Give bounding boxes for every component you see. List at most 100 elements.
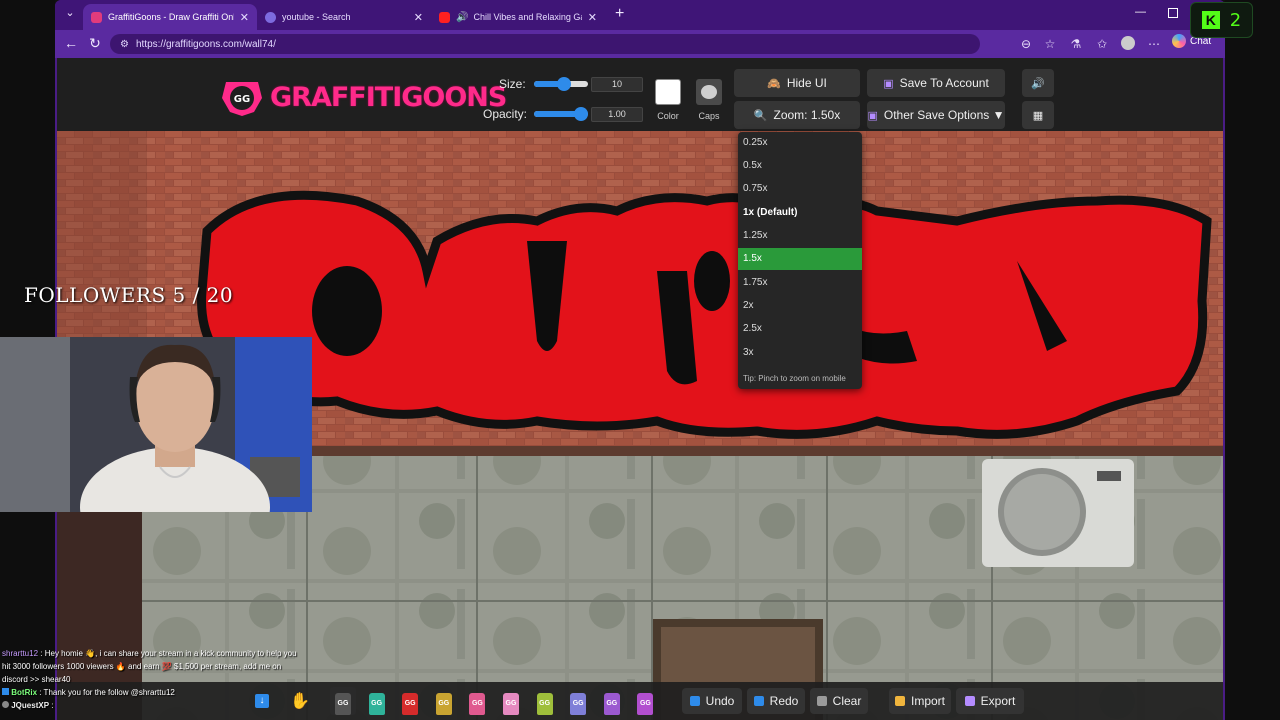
spray-can-icon: GG [368,693,385,715]
zoom-option[interactable]: 2x [738,295,862,317]
url-field[interactable]: ⚙ https://graffitigoons.com/wall74/ [110,34,980,54]
import-button[interactable]: Import [889,688,951,714]
spray-can-button[interactable]: GG [464,687,490,715]
zoom-option[interactable]: 1.75x [738,272,862,294]
opacity-label: Opacity: [483,107,528,121]
undo-button[interactable]: Undo [682,688,742,714]
logo-wordmark: GRAFFITIGOONS [270,81,507,113]
more-menu-icon[interactable]: ⋯ [1146,36,1162,52]
air-conditioner-unit [982,459,1134,567]
back-icon[interactable]: ← [58,35,84,51]
extension-icon[interactable]: ⚗ [1068,36,1084,52]
bookmark-star-icon[interactable]: ☆ [1042,36,1058,52]
spray-can-icon: GG [570,693,587,715]
zoom-option-selected[interactable]: 1.5x [738,248,862,270]
zoom-option[interactable]: 0.75x [738,178,862,200]
tab-search-menu-icon[interactable]: ⌄ [57,6,83,19]
folder-icon [894,696,905,706]
hide-ui-label: Hide UI [786,76,827,90]
save-disk-icon: ▣ [883,77,894,90]
bot-badge-icon [2,688,9,695]
size-value-input[interactable]: 10 [591,77,643,92]
chat-username: JQuestXP [11,701,50,710]
zoom-option[interactable]: 3x [738,342,862,364]
spray-can-button[interactable]: GG [632,687,658,715]
discord-button[interactable]: ▦ [1022,101,1054,129]
tab-label: Chill Vibes and Relaxing Gam [473,12,582,22]
reader-icon[interactable]: ⊖ [1018,36,1034,52]
hide-ui-button[interactable]: 🙈 Hide UI [734,69,860,97]
export-button[interactable]: Export [956,688,1024,714]
close-tab-icon[interactable]: ✕ [240,11,249,24]
tab-youtube-search[interactable]: youtube - Search ✕ [257,4,431,30]
maximize-icon[interactable] [1168,8,1178,18]
other-save-options-button[interactable]: ▣ Other Save Options ▼ [867,101,1005,129]
stream-chat-overlay: shrarttu12 : Hey homie 👋, i can share yo… [2,647,302,712]
reload-icon[interactable]: ↻ [82,35,108,52]
color-picker-swatch[interactable] [655,79,681,105]
screen-margin-right [1225,0,1280,720]
zoom-option[interactable]: 1.25x [738,225,862,247]
zoom-dropdown-menu: 0.25x 0.5x 0.75x 1x (Default) 1.25x 1.5x… [738,132,862,389]
size-slider-handle[interactable] [557,77,571,91]
chat-username: BotRix [11,688,38,697]
spray-cap-icon [701,85,717,99]
spray-can-button[interactable]: GG [364,687,390,715]
opacity-slider[interactable] [534,107,588,121]
zoom-option-default[interactable]: 1x (Default) [738,202,862,224]
zoom-label: Zoom: 1.50x [773,108,841,122]
site-logo[interactable]: GG GRAFFITIGOONS [220,78,507,116]
caps-label: Caps [698,111,720,121]
close-tab-icon[interactable]: ✕ [588,11,597,24]
top-toolbar: GG GRAFFITIGOONS Size: 10 Opacity: 1.00 [57,58,1223,131]
chat-text: : [51,701,54,710]
zoom-option[interactable]: 0.5x [738,155,862,177]
tab-chill-vibes[interactable]: 🔊 Chill Vibes and Relaxing Gam ✕ [431,4,605,30]
graffiti-piece [197,190,1212,439]
zoom-tip-text: Tip: Pinch to zoom on mobile [743,374,846,383]
spray-can-button[interactable]: GG [330,687,356,715]
spray-can-icon: GG [637,693,654,715]
audio-playing-icon[interactable]: 🔊 [456,12,468,23]
search-favicon-icon [265,11,276,23]
chat-message: JQuestXP : [2,699,302,712]
opacity-value-input[interactable]: 1.00 [591,107,643,122]
spray-can-button[interactable]: GG [565,687,591,715]
caps-selector[interactable] [696,79,722,105]
spray-can-button[interactable]: GG [599,687,625,715]
spray-can-button[interactable]: GG [498,687,524,715]
svg-text:GG: GG [234,94,250,105]
zoom-option[interactable]: 2.5x [738,318,862,340]
new-tab-icon[interactable]: + [615,5,624,23]
spray-can-button[interactable]: GG [431,687,457,715]
discord-icon: ▦ [1032,109,1044,122]
zoom-button[interactable]: 🔍 Zoom: 1.50x [734,101,860,129]
export-label: Export [980,694,1016,708]
clear-button[interactable]: Clear [810,688,868,714]
spray-can-button[interactable]: GG [532,687,558,715]
url-text: https://graffitigoons.com/wall74/ [135,38,276,50]
graffitigoons-favicon-icon [91,11,102,23]
close-tab-icon[interactable]: ✕ [414,11,423,24]
clear-label: Clear [832,694,862,708]
minimize-icon[interactable]: — [1135,6,1146,18]
site-info-icon[interactable]: ⚙ [120,39,129,50]
zoom-option[interactable]: 0.25x [738,132,862,154]
size-slider[interactable] [534,77,588,91]
tab-graffitigoons[interactable]: GraffitiGoons - Draw Graffiti Onlin ✕ [83,4,257,30]
opacity-slider-handle[interactable] [574,107,588,121]
sound-toggle-button[interactable]: 🔊 [1022,69,1054,97]
youtube-favicon-icon [439,11,450,23]
save-to-account-button[interactable]: ▣ Save To Account [867,69,1005,97]
spray-can-icon: GG [503,693,519,715]
profile-avatar-icon[interactable] [1120,36,1136,52]
spray-can-button[interactable]: GG [397,687,423,715]
favorites-icon[interactable]: ✩ [1094,36,1110,52]
kick-viewer-badge: K 2 [1190,2,1253,38]
user-badge-icon [2,701,9,708]
kick-logo-icon: K [1201,11,1220,29]
redo-label: Redo [769,694,799,708]
webcam-feed [0,337,312,512]
redo-button[interactable]: Redo [747,688,805,714]
spray-can-icon: GG [402,693,419,715]
